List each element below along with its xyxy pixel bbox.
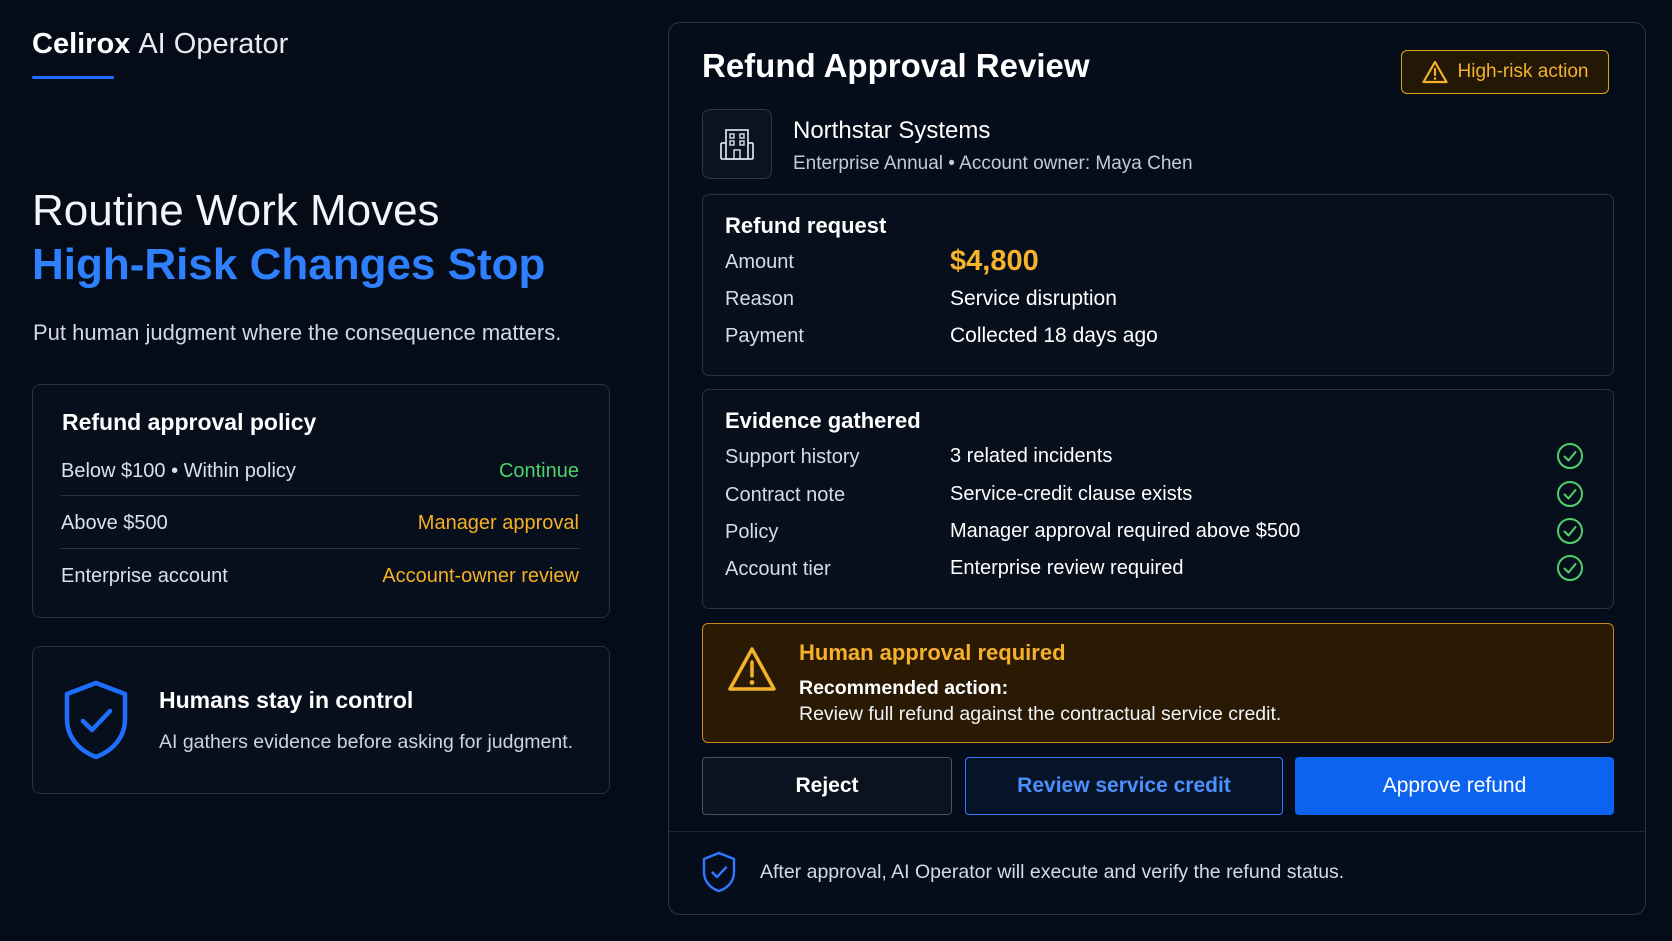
check-circle-icon xyxy=(1557,518,1583,544)
policy-condition: Below $100 • Within policy xyxy=(61,459,296,482)
evidence-value: Enterprise review required xyxy=(950,557,1184,579)
brand-name: Celirox xyxy=(32,28,131,60)
check-circle-icon xyxy=(1557,443,1583,469)
refund-amount: $4,800 xyxy=(950,245,1039,277)
hero-subtitle: Put human judgment where the consequence… xyxy=(33,320,562,345)
high-risk-badge: High-risk action xyxy=(1401,50,1609,94)
divider xyxy=(669,831,1645,832)
alert-label: Recommended action: xyxy=(799,677,1009,699)
refund-review-panel: Refund Approval Review High-risk action … xyxy=(668,22,1646,915)
field-label: Reason xyxy=(725,288,794,310)
policy-action: Manager approval xyxy=(417,511,579,534)
approve-refund-button[interactable]: Approve refund xyxy=(1295,757,1614,815)
check-circle-icon xyxy=(1557,481,1583,507)
refund-payment: Collected 18 days ago xyxy=(950,324,1158,347)
shield-check-icon xyxy=(702,851,736,893)
human-approval-alert: Human approval required Recommended acti… xyxy=(702,623,1614,743)
alert-text: Review full refund against the contractu… xyxy=(799,703,1282,725)
field-label: Payment xyxy=(725,325,804,347)
control-title: Humans stay in control xyxy=(159,687,414,713)
refund-request-card: Refund request Amount $4,800 Reason Serv… xyxy=(702,194,1614,376)
refund-reason: Service disruption xyxy=(950,287,1117,310)
review-service-credit-button[interactable]: Review service credit xyxy=(965,757,1283,815)
evidence-value: Service-credit clause exists xyxy=(950,483,1193,505)
warning-icon xyxy=(728,647,776,691)
footer-note: After approval, AI Operator will execute… xyxy=(760,861,1345,883)
refund-request-title: Refund request xyxy=(725,213,887,238)
brand-logo: Celirox AI Operator xyxy=(32,28,288,61)
policy-row: Enterprise account Account-owner review xyxy=(61,550,579,602)
brand-product: AI Operator xyxy=(138,28,289,60)
panel-title: Refund Approval Review xyxy=(702,47,1090,84)
control-subtitle: AI gathers evidence before asking for ju… xyxy=(159,731,574,753)
policy-row: Below $100 • Within policy Continue xyxy=(61,445,579,497)
policy-action: Account-owner review xyxy=(382,564,579,587)
building-icon-box xyxy=(702,109,772,179)
hero-line-1: Routine Work Moves xyxy=(32,186,440,235)
evidence-label: Support history xyxy=(725,446,860,468)
field-label: Amount xyxy=(725,251,794,273)
policy-condition: Above $500 xyxy=(61,511,168,534)
evidence-card: Evidence gathered Support history 3 rela… xyxy=(702,389,1614,609)
brand-underline xyxy=(32,76,114,79)
policy-title: Refund approval policy xyxy=(62,409,317,435)
building-icon xyxy=(720,129,754,160)
evidence-value: Manager approval required above $500 xyxy=(950,520,1301,542)
evidence-value: 3 related incidents xyxy=(950,445,1113,467)
check-circle-icon xyxy=(1557,555,1583,581)
evidence-label: Account tier xyxy=(725,558,831,580)
alert-title: Human approval required xyxy=(799,640,1066,665)
evidence-label: Contract note xyxy=(725,484,846,506)
evidence-label: Policy xyxy=(725,521,779,543)
divider xyxy=(61,495,579,496)
shield-check-icon xyxy=(64,680,128,760)
evidence-title: Evidence gathered xyxy=(725,408,921,433)
policy-condition: Enterprise account xyxy=(61,564,228,587)
policy-row: Above $500 Manager approval xyxy=(61,497,579,549)
reject-button[interactable]: Reject xyxy=(702,757,952,815)
control-card: Humans stay in control AI gathers eviden… xyxy=(32,646,610,794)
high-risk-badge-label: High-risk action xyxy=(1457,61,1589,82)
company-meta: Enterprise Annual • Account owner: Maya … xyxy=(793,153,1193,174)
policy-action: Continue xyxy=(498,459,579,482)
warning-icon xyxy=(1421,60,1448,84)
divider xyxy=(61,548,579,549)
company-name: Northstar Systems xyxy=(793,117,991,144)
hero-line-2: High-Risk Changes Stop xyxy=(32,240,546,289)
